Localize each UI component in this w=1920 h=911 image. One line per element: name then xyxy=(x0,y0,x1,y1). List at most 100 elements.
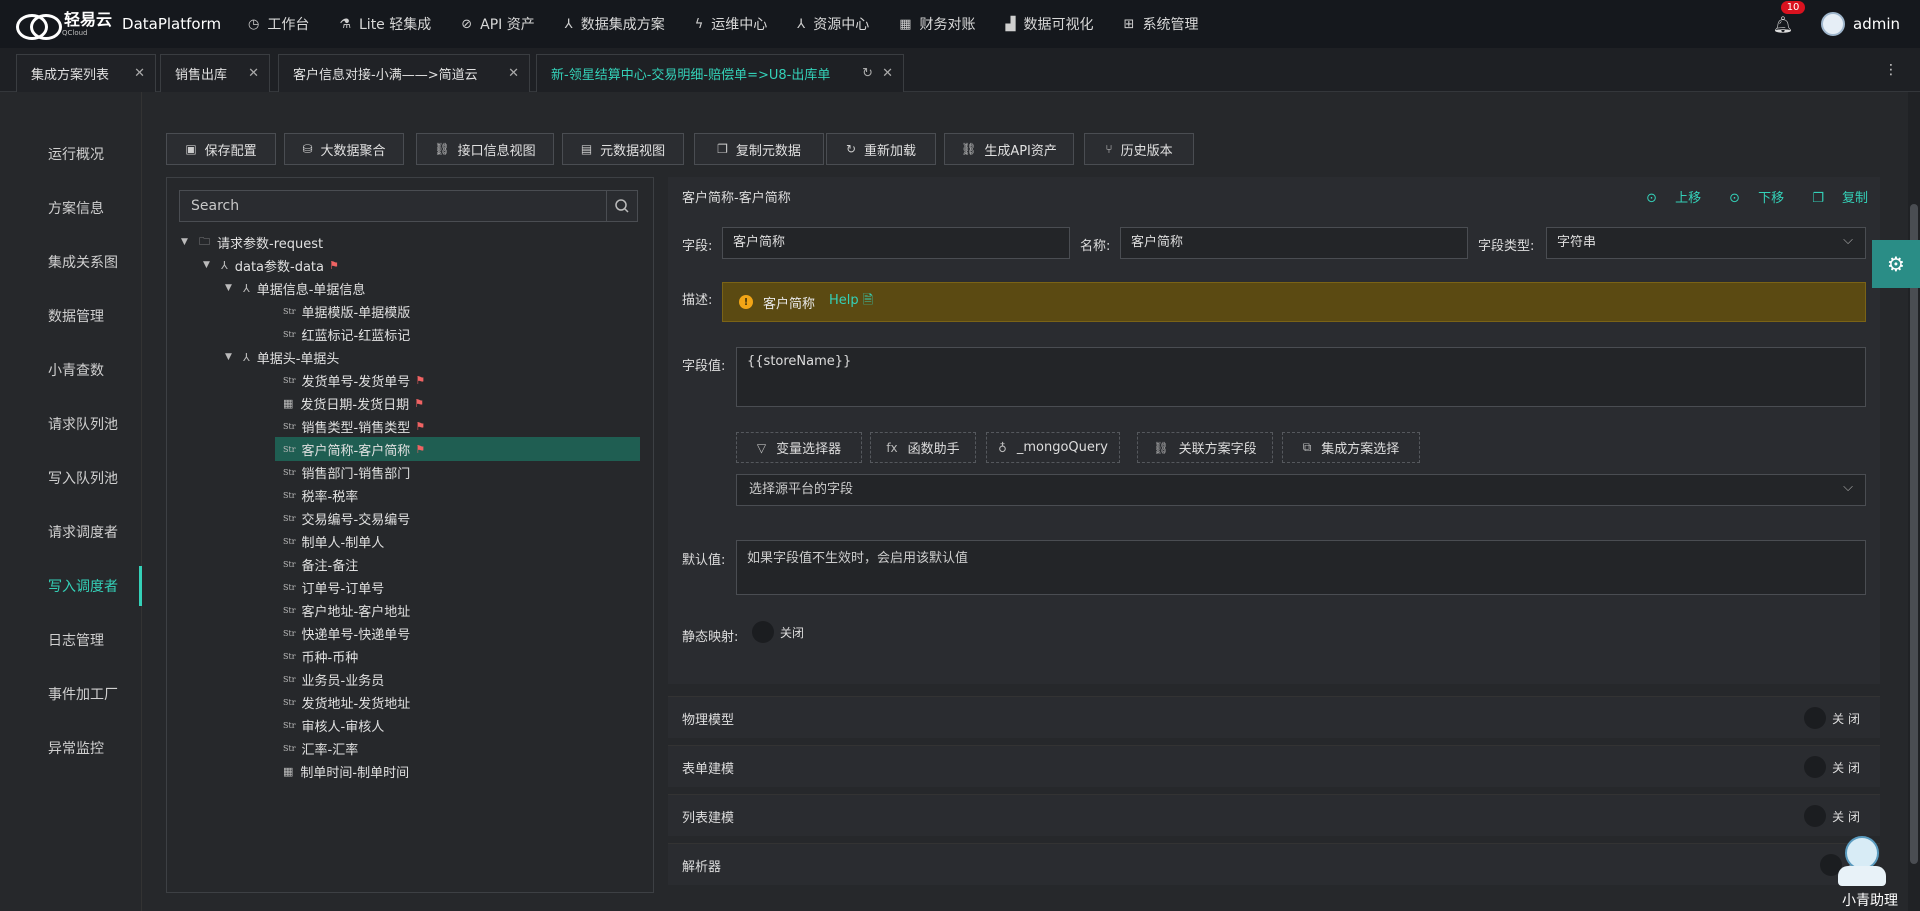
big-data-aggregate-button[interactable]: ⛁ 大数据聚合 xyxy=(284,133,404,165)
tree-node[interactable]: Str 审核人-审核人 xyxy=(283,713,384,737)
scroll-thumb[interactable] xyxy=(1910,204,1918,864)
source-field-select[interactable]: 选择源平台的字段 xyxy=(736,473,1866,506)
nav-visualization[interactable]: ▟ 数据可视化 xyxy=(1006,0,1094,48)
move-down-button[interactable]: ⊙ 下移 xyxy=(1715,187,1784,206)
caret-down-icon[interactable]: ▼ xyxy=(225,352,243,362)
menu-item[interactable]: 数据管理 xyxy=(48,306,104,326)
menu-item[interactable]: 事件加工厂 xyxy=(48,684,118,704)
scrollbar[interactable] xyxy=(1908,92,1920,911)
logo[interactable]: 轻易云 QCloud DataPlatform xyxy=(14,8,224,40)
section-toggle[interactable]: 关 闭 xyxy=(1804,707,1860,729)
more-icon[interactable]: ⋮ xyxy=(1884,62,1898,78)
tree-node[interactable]: ▼ ⅄ 单据头-单据头 xyxy=(225,345,339,369)
nav-lite[interactable]: ⚗ Lite 轻集成 xyxy=(339,0,431,48)
nav-integration[interactable]: ⅄ 数据集成方案 xyxy=(565,0,665,48)
tab-customer-sync[interactable]: 客户信息对接-小满——>简道云 ✕ xyxy=(278,54,530,92)
section-toggle[interactable]: 关 闭 xyxy=(1804,756,1860,778)
caret-down-icon[interactable]: ▼ xyxy=(181,237,199,247)
tree-node[interactable]: Str 发货单号-发货单号 ⚑ xyxy=(283,368,425,392)
settings-gear-icon[interactable]: ⚙ xyxy=(1872,240,1920,288)
tree-node[interactable]: ▼ ⅄ 单据信息-单据信息 xyxy=(225,276,365,300)
bell-icon[interactable]: 🔔︎ 10 xyxy=(1773,0,1806,34)
user-name[interactable]: admin xyxy=(1853,15,1900,33)
tree-node[interactable]: Str 备注-备注 xyxy=(283,552,358,576)
nav-workbench[interactable]: ◷ 工作台 xyxy=(248,0,309,48)
interface-view-button[interactable]: ⛓ 接口信息视图 xyxy=(416,133,554,165)
copy-metadata-button[interactable]: ❐ 复制元数据 xyxy=(694,133,824,165)
mongo-query-button[interactable]: ♁ _mongoQuery xyxy=(986,432,1120,463)
tab-solution-list[interactable]: 集成方案列表 ✕ xyxy=(16,54,156,92)
tree-node[interactable]: Str 业务员-业务员 xyxy=(283,667,384,691)
section-parser[interactable]: 解析器关 xyxy=(668,843,1880,885)
help-link[interactable]: Help 🗎 xyxy=(829,291,873,313)
nav-resources[interactable]: ⅄ 资源中心 xyxy=(797,0,869,48)
tree-node[interactable]: Str 发货地址-发货地址 xyxy=(283,690,410,714)
menu-item-active[interactable]: 写入调度者 xyxy=(48,576,118,596)
close-icon[interactable]: ✕ xyxy=(248,66,259,81)
tab-sales-outbound[interactable]: 销售出库 ✕ xyxy=(160,54,270,92)
menu-item[interactable]: 日志管理 xyxy=(48,630,104,650)
tree-node[interactable]: Str 销售类型-销售类型 ⚑ xyxy=(283,414,425,438)
nav-system[interactable]: ⊞ 系统管理 xyxy=(1124,0,1199,48)
variable-selector-button[interactable]: ▽ 变量选择器 xyxy=(736,432,862,463)
move-up-button[interactable]: ⊙ 上移 xyxy=(1632,187,1701,206)
section-physical-model[interactable]: 物理模型 关 闭 xyxy=(668,696,1880,738)
type-select[interactable]: 字符串 xyxy=(1546,226,1866,259)
nav-ops[interactable]: ϟ 运维中心 xyxy=(695,0,768,48)
caret-down-icon[interactable]: ▼ xyxy=(225,283,243,293)
static-mapping-toggle[interactable]: 关闭 xyxy=(752,621,804,643)
tree-node[interactable]: Str 红蓝标记-红蓝标记 xyxy=(283,322,410,346)
tree-node[interactable]: ▼ ⅄ data参数-data ⚑ xyxy=(203,253,339,277)
tree-node[interactable]: ▦ 发货日期-发货日期 ⚑ xyxy=(283,391,424,415)
history-button[interactable]: ⑂ 历史版本 xyxy=(1084,133,1194,165)
menu-item[interactable]: 集成关系图 xyxy=(48,252,118,272)
tree-node[interactable]: Str 交易编号-交易编号 xyxy=(283,506,410,530)
default-value-input[interactable]: 如果字段值不生效时，会启用该默认值 xyxy=(736,540,1866,595)
close-icon[interactable]: ✕ xyxy=(882,66,893,81)
menu-item[interactable]: 写入队列池 xyxy=(48,468,118,488)
section-form-model[interactable]: 表单建模 关 闭 xyxy=(668,745,1880,787)
tree-node[interactable]: Str 制单人-制单人 xyxy=(283,529,384,553)
tree-node[interactable]: Str 汇率-汇率 xyxy=(283,736,358,760)
nav-finance[interactable]: ▦ 财务对账 xyxy=(899,0,975,48)
avatar[interactable] xyxy=(1821,12,1845,36)
tree-node-selected[interactable]: Str 客户简称-客户简称 ⚑ xyxy=(275,437,640,461)
search-button[interactable] xyxy=(606,190,638,222)
tree-node[interactable]: Str 客户地址-客户地址 xyxy=(283,598,410,622)
tree-node[interactable]: Str 税率-税率 xyxy=(283,483,358,507)
menu-item[interactable]: 请求调度者 xyxy=(48,522,118,542)
tree-node[interactable]: Str 订单号-订单号 xyxy=(283,575,384,599)
reload-icon[interactable]: ↻ xyxy=(862,66,873,81)
field-input[interactable]: 客户简称 xyxy=(722,227,1070,259)
tab-active-solution[interactable]: 新-领星结算中心-交易明细-赔偿单=>U8-出库单 ↻ ✕ xyxy=(536,54,904,92)
tree-node[interactable]: Str 快递单号-快递单号 xyxy=(283,621,410,645)
tree-node[interactable]: Str 单据模版-单据模版 xyxy=(283,299,410,323)
menu-item[interactable]: 小青查数 xyxy=(48,360,104,380)
close-icon[interactable]: ✕ xyxy=(508,66,519,81)
section-toggle[interactable]: 关 闭 xyxy=(1804,805,1860,827)
tree-node[interactable]: Str 销售部门-销售部门 xyxy=(283,460,410,484)
menu-item[interactable]: 运行概况 xyxy=(48,144,104,164)
close-icon[interactable]: ✕ xyxy=(134,66,145,81)
save-config-button[interactable]: ▣ 保存配置 xyxy=(166,133,276,165)
assistant-avatar[interactable] xyxy=(1834,836,1890,896)
search-input[interactable]: Search xyxy=(179,190,607,222)
nav-api-assets[interactable]: ⊘ API 资产 xyxy=(461,0,535,48)
generate-api-button[interactable]: ⛓ 生成API资产 xyxy=(944,133,1074,165)
menu-item[interactable]: 异常监控 xyxy=(48,738,104,758)
menu-item[interactable]: 方案信息 xyxy=(48,198,104,218)
copy-button[interactable]: ❐ 复制 xyxy=(1798,187,1868,206)
metadata-view-button[interactable]: ▤ 元数据视图 xyxy=(562,133,684,165)
tree-node[interactable]: ▼ 🗀 请求参数-request xyxy=(181,230,323,254)
caret-down-icon[interactable]: ▼ xyxy=(203,260,221,270)
assistant-label[interactable]: 小青助理 xyxy=(1842,890,1898,910)
name-input[interactable]: 客户简称 xyxy=(1120,227,1468,259)
solution-select-button[interactable]: ⧉ 集成方案选择 xyxy=(1282,432,1420,463)
tree-node[interactable]: Str 币种-币种 xyxy=(283,644,358,668)
function-helper-button[interactable]: fx 函数助手 xyxy=(870,432,976,463)
reload-button[interactable]: ↻ 重新加载 xyxy=(826,133,936,165)
related-field-button[interactable]: ⛓ 关联方案字段 xyxy=(1137,432,1273,463)
menu-item[interactable]: 请求队列池 xyxy=(48,414,118,434)
tree-node[interactable]: ▦ 制单时间-制单时间 xyxy=(283,759,409,783)
section-list-model[interactable]: 列表建模 关 闭 xyxy=(668,794,1880,836)
